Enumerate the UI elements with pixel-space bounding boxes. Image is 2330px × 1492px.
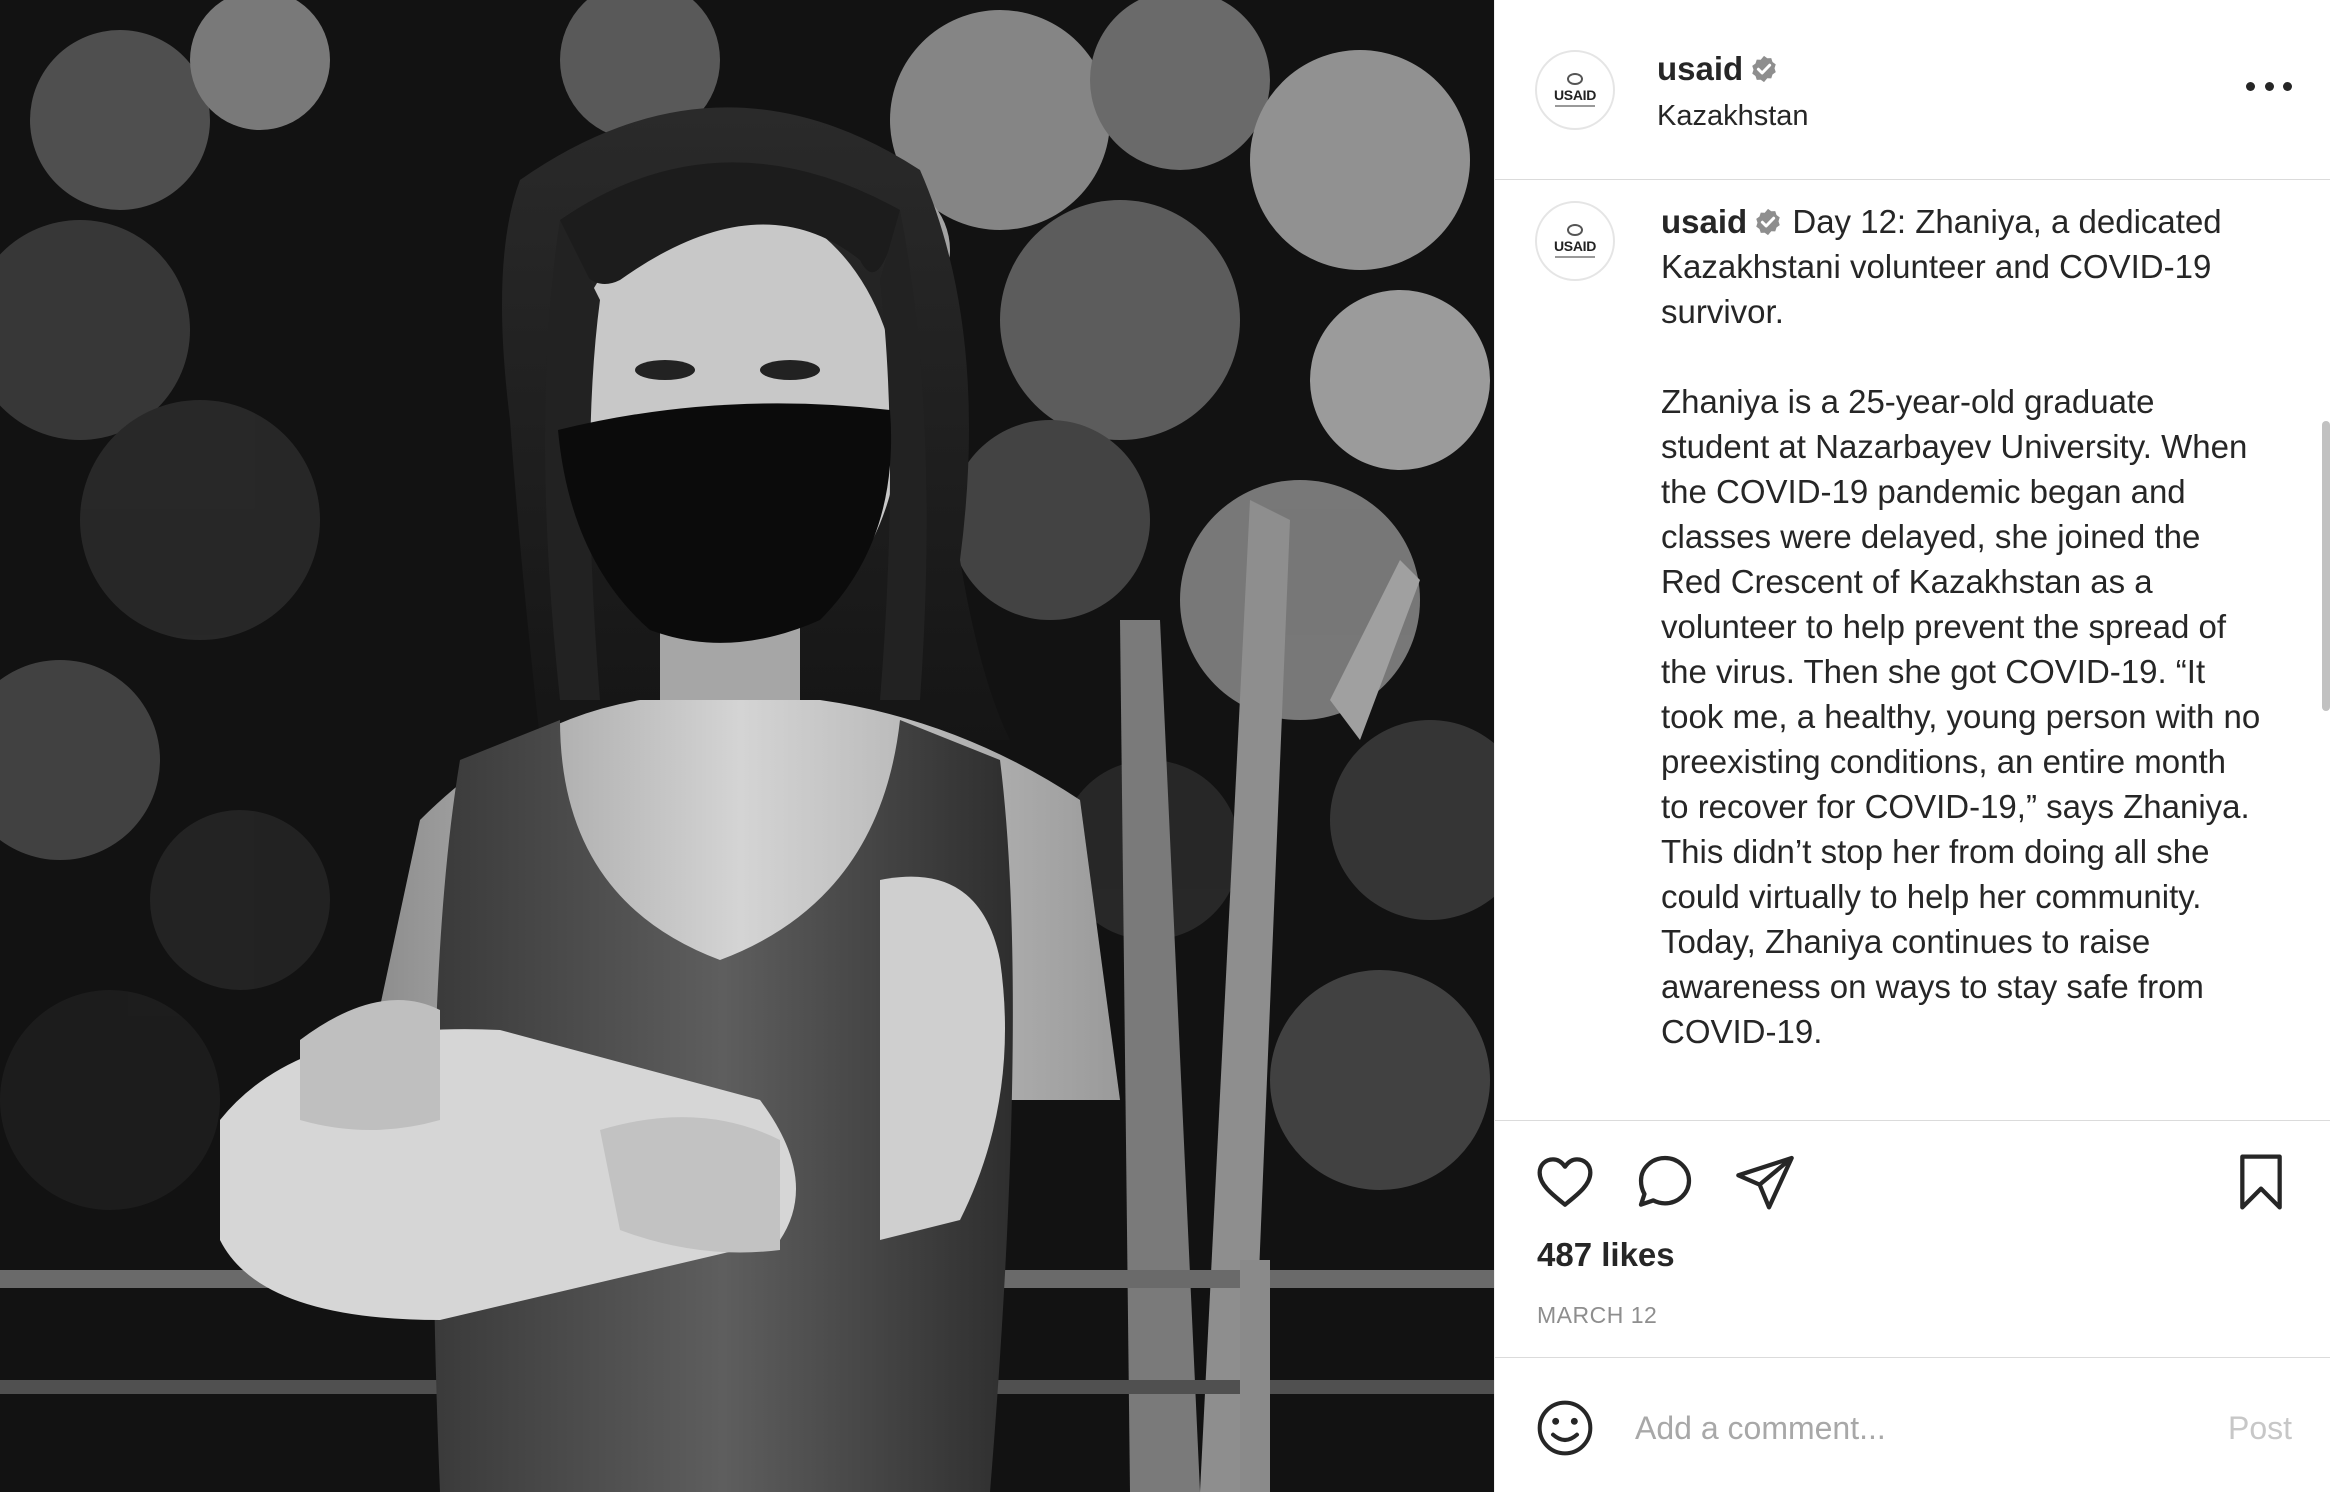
post-actions-bar bbox=[1495, 1130, 2330, 1230]
post-username-text[interactable]: usaid bbox=[1657, 50, 1743, 87]
comment-input[interactable] bbox=[1635, 1398, 2195, 1458]
paper-plane-icon[interactable] bbox=[1733, 1150, 1797, 1214]
comment-bubble-icon[interactable] bbox=[1633, 1150, 1697, 1214]
smiley-icon[interactable] bbox=[1533, 1396, 1597, 1460]
verified-badge-icon bbox=[1756, 208, 1780, 236]
avatar-logo-text: USAID bbox=[1553, 87, 1597, 103]
usaid-seal-icon bbox=[1567, 73, 1583, 85]
post-username[interactable]: usaid bbox=[1657, 50, 1779, 88]
post-side-panel: USAID usaid Kazakhstan USAID usaid Day 1… bbox=[1494, 0, 2330, 1492]
verified-badge-icon bbox=[1752, 55, 1776, 83]
more-options-icon[interactable] bbox=[2246, 78, 2292, 94]
post-photo[interactable] bbox=[0, 0, 1494, 1492]
profile-avatar[interactable]: USAID bbox=[1535, 50, 1615, 130]
post-location[interactable]: Kazakhstan bbox=[1657, 100, 1809, 133]
bookmark-icon[interactable] bbox=[2229, 1150, 2293, 1214]
caption-section: USAID usaid Day 12: Zhaniya, a dedicated… bbox=[1495, 181, 2330, 1121]
caption-text-block: usaid Day 12: Zhaniya, a dedicated Kazak… bbox=[1661, 199, 2261, 1054]
comment-bar: Post bbox=[1495, 1357, 2330, 1492]
likes-count[interactable]: 487 likes bbox=[1537, 1236, 1675, 1274]
heart-icon[interactable] bbox=[1533, 1150, 1597, 1214]
caption-username[interactable]: usaid bbox=[1661, 203, 1747, 240]
post-comment-button[interactable]: Post bbox=[2228, 1410, 2292, 1447]
avatar-logo-text: USAID bbox=[1553, 238, 1597, 254]
caption-scrollbar[interactable] bbox=[2322, 421, 2330, 711]
post-photo-image bbox=[0, 0, 1494, 1492]
post-date[interactable]: MARCH 12 bbox=[1537, 1302, 1657, 1329]
post-header: USAID usaid Kazakhstan bbox=[1495, 0, 2330, 180]
caption-avatar[interactable]: USAID bbox=[1535, 201, 1615, 281]
usaid-seal-icon bbox=[1567, 224, 1583, 236]
caption-body: Day 12: Zhaniya, a dedicated Kazakhstani… bbox=[1661, 203, 2261, 1050]
